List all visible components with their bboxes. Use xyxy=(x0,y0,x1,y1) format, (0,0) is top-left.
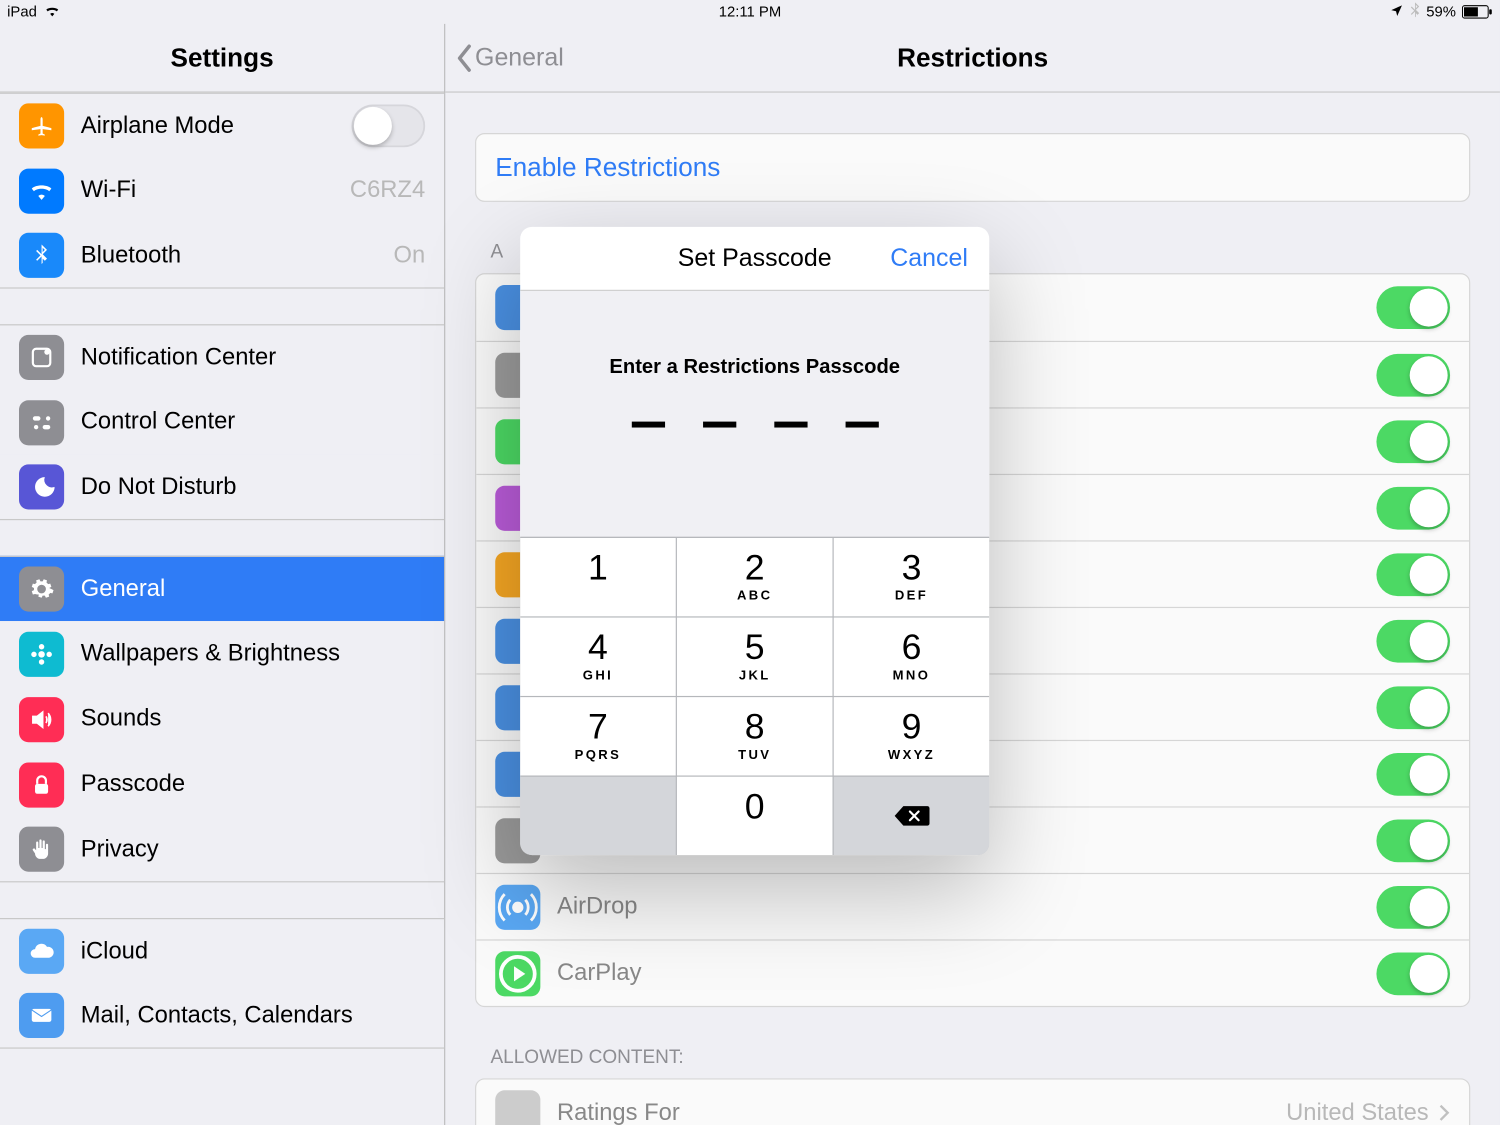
backspace-icon xyxy=(891,803,931,829)
airdrop-toggle[interactable] xyxy=(1376,885,1450,928)
sidebar-item-wall[interactable]: Wallpapers & Brightness xyxy=(0,621,444,686)
sidebar-item-label: Notification Center xyxy=(81,344,425,371)
battery-icon xyxy=(1462,5,1493,19)
keypad-blank xyxy=(520,777,676,855)
mail-icon xyxy=(19,993,64,1038)
settings-group: Ratings For United States xyxy=(475,1078,1470,1125)
moon-icon xyxy=(19,464,64,509)
row-ratings[interactable]: Ratings For United States xyxy=(476,1080,1469,1125)
keypad-delete[interactable] xyxy=(834,777,990,855)
airplane-icon xyxy=(19,103,64,148)
sidebar-item-label: General xyxy=(81,575,425,602)
sidebar-item-bluetooth[interactable]: Bluetooth On xyxy=(0,223,444,288)
set-passcode-modal: Set Passcode Cancel Enter a Restrictions… xyxy=(520,227,989,855)
r4-toggle[interactable] xyxy=(1376,486,1450,529)
sidebar-item-label: Mail, Contacts, Calendars xyxy=(81,1002,425,1029)
sidebar-item-label: Wi-Fi xyxy=(81,177,334,204)
bluetooth-status-icon xyxy=(1410,2,1421,22)
keypad-3[interactable]: 3 DEF xyxy=(834,538,990,616)
row-airdrop[interactable]: AirDrop xyxy=(476,873,1469,940)
bluetooth-value: On xyxy=(393,242,425,269)
status-bar: iPad 12:11 PM 59% xyxy=(0,0,1500,24)
r5-toggle[interactable] xyxy=(1376,553,1450,596)
sidebar-item-sounds[interactable]: Sounds xyxy=(0,686,444,751)
chevron-left-icon xyxy=(455,43,474,72)
carplay-toggle[interactable] xyxy=(1376,952,1450,995)
r1-toggle[interactable] xyxy=(1376,286,1450,329)
settings-sidebar: Settings Airplane Mode Wi-Fi C6RZ4 Bluet… xyxy=(0,24,445,1125)
hand-icon xyxy=(19,827,64,872)
ratings-value: United States xyxy=(1286,1099,1450,1125)
wifi-icon xyxy=(44,4,61,21)
bluetooth-icon xyxy=(19,233,64,278)
device-label: iPad xyxy=(7,4,37,21)
cc-icon xyxy=(19,400,64,445)
settings-group: Enable Restrictions xyxy=(475,133,1470,202)
row-label: CarPlay xyxy=(557,960,1360,987)
lock-icon xyxy=(19,762,64,807)
sidebar-item-label: Wallpapers & Brightness xyxy=(81,640,425,667)
sidebar-item-label: Privacy xyxy=(81,835,425,862)
sidebar-item-wifi[interactable]: Wi-Fi C6RZ4 xyxy=(0,158,444,223)
sidebar-item-label: Do Not Disturb xyxy=(81,473,425,500)
r2-toggle[interactable] xyxy=(1376,353,1450,396)
row-label: AirDrop xyxy=(557,893,1360,920)
sidebar-item-dnd[interactable]: Do Not Disturb xyxy=(0,455,444,520)
cancel-button[interactable]: Cancel xyxy=(890,244,968,273)
back-button[interactable]: General xyxy=(455,43,564,72)
sidebar-item-label: Passcode xyxy=(81,771,425,798)
sidebar-item-label: Bluetooth xyxy=(81,242,377,269)
sidebar-item-notif[interactable]: Notification Center xyxy=(0,324,444,389)
enable-restrictions-row[interactable]: Enable Restrictions xyxy=(476,134,1469,201)
sidebar-item-passcode[interactable]: Passcode xyxy=(0,752,444,817)
sidebar-item-label: Airplane Mode xyxy=(81,112,335,139)
modal-prompt: Enter a Restrictions Passcode xyxy=(520,355,989,379)
flower-icon xyxy=(19,631,64,676)
location-icon xyxy=(1389,3,1403,21)
sidebar-item-mail[interactable]: Mail, Contacts, Calendars xyxy=(0,983,444,1048)
keypad-8[interactable]: 8 TUV xyxy=(677,697,833,775)
r6-toggle[interactable] xyxy=(1376,619,1450,662)
sidebar-item-privacy[interactable]: Privacy xyxy=(0,817,444,882)
keypad-2[interactable]: 2 ABC xyxy=(677,538,833,616)
r8-toggle[interactable] xyxy=(1376,752,1450,795)
airplane-toggle[interactable] xyxy=(352,105,426,148)
r7-toggle[interactable] xyxy=(1376,686,1450,729)
ratings-icon xyxy=(495,1090,540,1125)
row-carplay[interactable]: CarPlay xyxy=(476,939,1469,1006)
r9-toggle[interactable] xyxy=(1376,819,1450,862)
notif-icon xyxy=(19,335,64,380)
row-label: Ratings For xyxy=(557,1099,1269,1125)
wifi-value: C6RZ4 xyxy=(350,177,425,204)
r3-toggle[interactable] xyxy=(1376,420,1450,463)
keypad-0[interactable]: 0 X xyxy=(677,777,833,855)
cloud-icon xyxy=(19,929,64,974)
sidebar-item-icloud[interactable]: iCloud xyxy=(0,918,444,983)
sidebar-item-label: iCloud xyxy=(81,938,425,965)
airdrop-icon xyxy=(495,884,540,929)
modal-title: Set Passcode xyxy=(678,244,832,273)
status-time: 12:11 PM xyxy=(719,4,781,21)
group-header: ALLOWED CONTENT: xyxy=(445,1038,1500,1078)
battery-pct: 59% xyxy=(1426,4,1456,21)
gear-icon xyxy=(19,566,64,611)
page-title: Restrictions xyxy=(897,42,1048,73)
sidebar-item-general[interactable]: General xyxy=(0,556,444,621)
sidebar-item-cc[interactable]: Control Center xyxy=(0,390,444,455)
keypad-4[interactable]: 4 GHI xyxy=(520,618,676,696)
keypad-1[interactable]: 1 X xyxy=(520,538,676,616)
keypad: 1 X 2 ABC 3 DEF 4 GHI 5 JKL 6 MNO 7 PQRS… xyxy=(520,537,989,855)
sidebar-title: Settings xyxy=(0,24,444,93)
keypad-5[interactable]: 5 JKL xyxy=(677,618,833,696)
sidebar-item-label: Control Center xyxy=(81,409,425,436)
carplay-icon xyxy=(495,951,540,996)
keypad-9[interactable]: 9 WXYZ xyxy=(834,697,990,775)
sidebar-item-label: Sounds xyxy=(81,705,425,732)
keypad-7[interactable]: 7 PQRS xyxy=(520,697,676,775)
speaker-icon xyxy=(19,697,64,742)
keypad-6[interactable]: 6 MNO xyxy=(834,618,990,696)
wifi-icon xyxy=(19,168,64,213)
passcode-dashes xyxy=(520,422,989,428)
sidebar-item-airplane[interactable]: Airplane Mode xyxy=(0,93,444,158)
